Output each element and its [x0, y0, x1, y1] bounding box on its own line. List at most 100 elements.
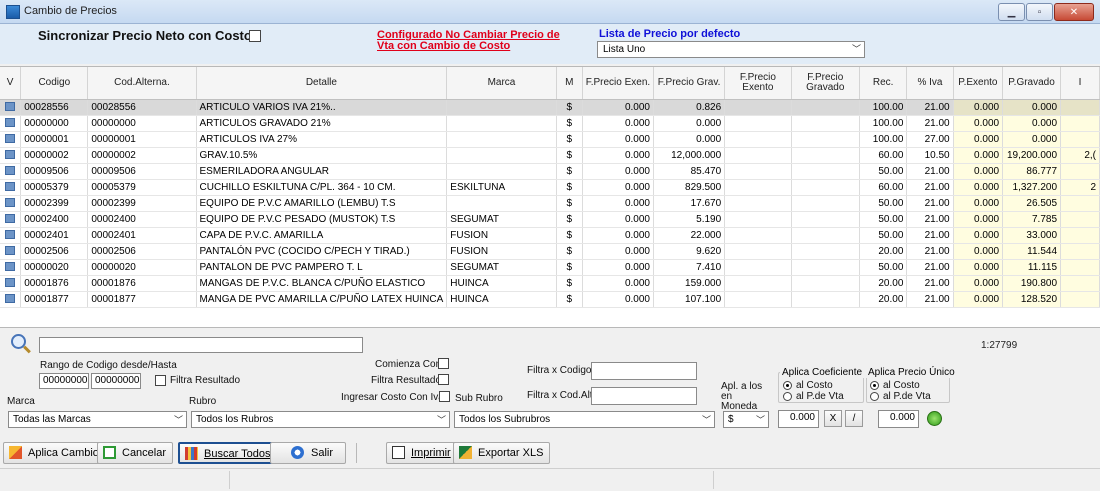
- table-cell[interactable]: [724, 275, 792, 292]
- table-row[interactable]: 00002401 00002401 CAPA DE P.V.C. AMARILLA F…: [0, 227, 1100, 244]
- row-icon-cell[interactable]: [0, 275, 22, 292]
- column-header[interactable]: Marca: [446, 67, 557, 100]
- table-cell[interactable]: [1060, 243, 1100, 260]
- table-cell[interactable]: [724, 131, 792, 148]
- table-cell[interactable]: 00002506: [20, 243, 89, 260]
- cancelar-button[interactable]: Cancelar: [97, 442, 174, 464]
- table-cell[interactable]: [791, 131, 860, 148]
- apply-ok-icon[interactable]: [927, 411, 942, 426]
- table-cell[interactable]: 00005379: [87, 179, 197, 196]
- table-cell[interactable]: 00009506: [20, 163, 89, 180]
- rubro-select[interactable]: Todos los Rubros ﹀: [191, 411, 450, 428]
- table-cell[interactable]: [724, 163, 792, 180]
- table-cell[interactable]: 0.000: [582, 243, 654, 260]
- table-cell[interactable]: 00002400: [87, 211, 197, 228]
- table-cell[interactable]: 85.470: [653, 163, 726, 180]
- table-cell[interactable]: EQUIPO DE P.V.C PESADO (MUSTOK) T.S: [196, 211, 448, 228]
- table-cell[interactable]: SEGUMAT: [446, 259, 557, 276]
- table-cell[interactable]: [446, 147, 557, 164]
- column-header[interactable]: Codigo: [20, 67, 89, 100]
- table-row[interactable]: 00002399 00002399 EQUIPO DE P.V.C AMARILLO…: [0, 195, 1100, 212]
- table-cell[interactable]: 21.00: [906, 259, 954, 276]
- table-cell[interactable]: 50.00: [859, 227, 908, 244]
- table-cell[interactable]: $: [556, 211, 583, 228]
- prices-grid[interactable]: V Codigo Cod.Alterna. Detalle Marca M F.Precio…: [0, 66, 1100, 328]
- table-cell[interactable]: 11.115: [1002, 259, 1062, 276]
- table-cell[interactable]: 0.000: [653, 131, 726, 148]
- table-cell[interactable]: [791, 211, 860, 228]
- table-cell[interactable]: MANGAS DE P.V.C. BLANCA C/PUÑO ELASTICO: [196, 275, 448, 292]
- table-cell[interactable]: 7.785: [1002, 211, 1062, 228]
- table-cell[interactable]: 21.00: [906, 195, 954, 212]
- ingresar-costo-checkbox[interactable]: [439, 391, 450, 402]
- comienza-con-checkbox[interactable]: [438, 358, 449, 369]
- table-cell[interactable]: 00000000: [20, 115, 89, 132]
- column-header[interactable]: F.Precio Gravado: [791, 67, 860, 100]
- table-cell[interactable]: 21.00: [906, 99, 954, 116]
- table-cell[interactable]: 0.000: [1002, 131, 1062, 148]
- table-cell[interactable]: [724, 195, 792, 212]
- row-icon-cell[interactable]: [0, 259, 22, 276]
- table-cell[interactable]: [791, 227, 860, 244]
- table-cell[interactable]: 0.000: [953, 131, 1004, 148]
- table-cell[interactable]: 00028556: [20, 99, 89, 116]
- table-cell[interactable]: 829.500: [653, 179, 726, 196]
- table-cell[interactable]: 0.000: [582, 195, 654, 212]
- column-header[interactable]: V: [0, 67, 22, 100]
- table-cell[interactable]: 50.00: [859, 163, 908, 180]
- table-cell[interactable]: 21.00: [906, 227, 954, 244]
- table-cell[interactable]: 159.000: [653, 275, 726, 292]
- table-cell[interactable]: 0.000: [582, 163, 654, 180]
- table-cell[interactable]: 0.000: [582, 275, 654, 292]
- table-cell[interactable]: [724, 243, 792, 260]
- table-cell[interactable]: 11.544: [1002, 243, 1062, 260]
- coef-costo-radio[interactable]: [783, 381, 792, 390]
- table-cell[interactable]: 0.000: [953, 147, 1004, 164]
- table-row[interactable]: 00000001 00000001 ARTICULOS IVA 27% $0.000 0…: [0, 131, 1100, 148]
- row-icon-cell[interactable]: [0, 179, 22, 196]
- table-cell[interactable]: 60.00: [859, 147, 908, 164]
- multiply-button[interactable]: X: [824, 410, 842, 427]
- aplica-cambios-button[interactable]: Aplica Cambios: [3, 442, 112, 464]
- table-cell[interactable]: 0.000: [953, 243, 1004, 260]
- row-icon-cell[interactable]: [0, 211, 22, 228]
- table-cell[interactable]: 00002400: [20, 211, 89, 228]
- table-cell[interactable]: 21.00: [906, 275, 954, 292]
- table-cell[interactable]: [791, 115, 860, 132]
- table-cell[interactable]: [1060, 227, 1100, 244]
- table-cell[interactable]: 22.000: [653, 227, 726, 244]
- table-cell[interactable]: [1060, 163, 1100, 180]
- table-cell[interactable]: 0.000: [1002, 115, 1062, 132]
- table-cell[interactable]: $: [556, 259, 583, 276]
- table-cell[interactable]: 21.00: [906, 211, 954, 228]
- table-cell[interactable]: 00002399: [20, 195, 89, 212]
- table-cell[interactable]: 0.000: [1002, 99, 1062, 116]
- exportar-xls-button[interactable]: Exportar XLS: [453, 442, 551, 464]
- table-cell[interactable]: 5.190: [653, 211, 726, 228]
- column-header[interactable]: P.Exento: [953, 67, 1004, 100]
- table-cell[interactable]: 0.000: [582, 259, 654, 276]
- table-cell[interactable]: [1060, 195, 1100, 212]
- table-cell[interactable]: 21.00: [906, 179, 954, 196]
- row-icon-cell[interactable]: [0, 291, 22, 308]
- table-cell[interactable]: 00001876: [87, 275, 197, 292]
- search-input[interactable]: [39, 337, 363, 353]
- table-cell[interactable]: $: [556, 115, 583, 132]
- table-cell[interactable]: 2,(: [1060, 147, 1100, 164]
- table-cell[interactable]: 21.00: [906, 163, 954, 180]
- table-row[interactable]: 00009506 00009506 ESMERILADORA ANGULAR $0.0…: [0, 163, 1100, 180]
- table-cell[interactable]: [791, 147, 860, 164]
- table-cell[interactable]: 0.000: [582, 211, 654, 228]
- table-row[interactable]: 00000000 00000000 ARTICULOS GRAVADO 21% $0.…: [0, 115, 1100, 132]
- table-cell[interactable]: 100.00: [859, 99, 908, 116]
- table-cell[interactable]: 50.00: [859, 211, 908, 228]
- table-cell[interactable]: 19,200.000: [1002, 147, 1062, 164]
- table-cell[interactable]: HUINCA: [446, 291, 557, 308]
- table-cell[interactable]: HUINCA: [446, 275, 557, 292]
- table-cell[interactable]: [1060, 291, 1100, 308]
- table-cell[interactable]: 00000020: [20, 259, 89, 276]
- table-cell[interactable]: EQUIPO DE P.V.C AMARILLO (LEMBU) T.S: [196, 195, 448, 212]
- table-cell[interactable]: 17.670: [653, 195, 726, 212]
- row-icon-cell[interactable]: [0, 147, 22, 164]
- table-cell[interactable]: [1060, 115, 1100, 132]
